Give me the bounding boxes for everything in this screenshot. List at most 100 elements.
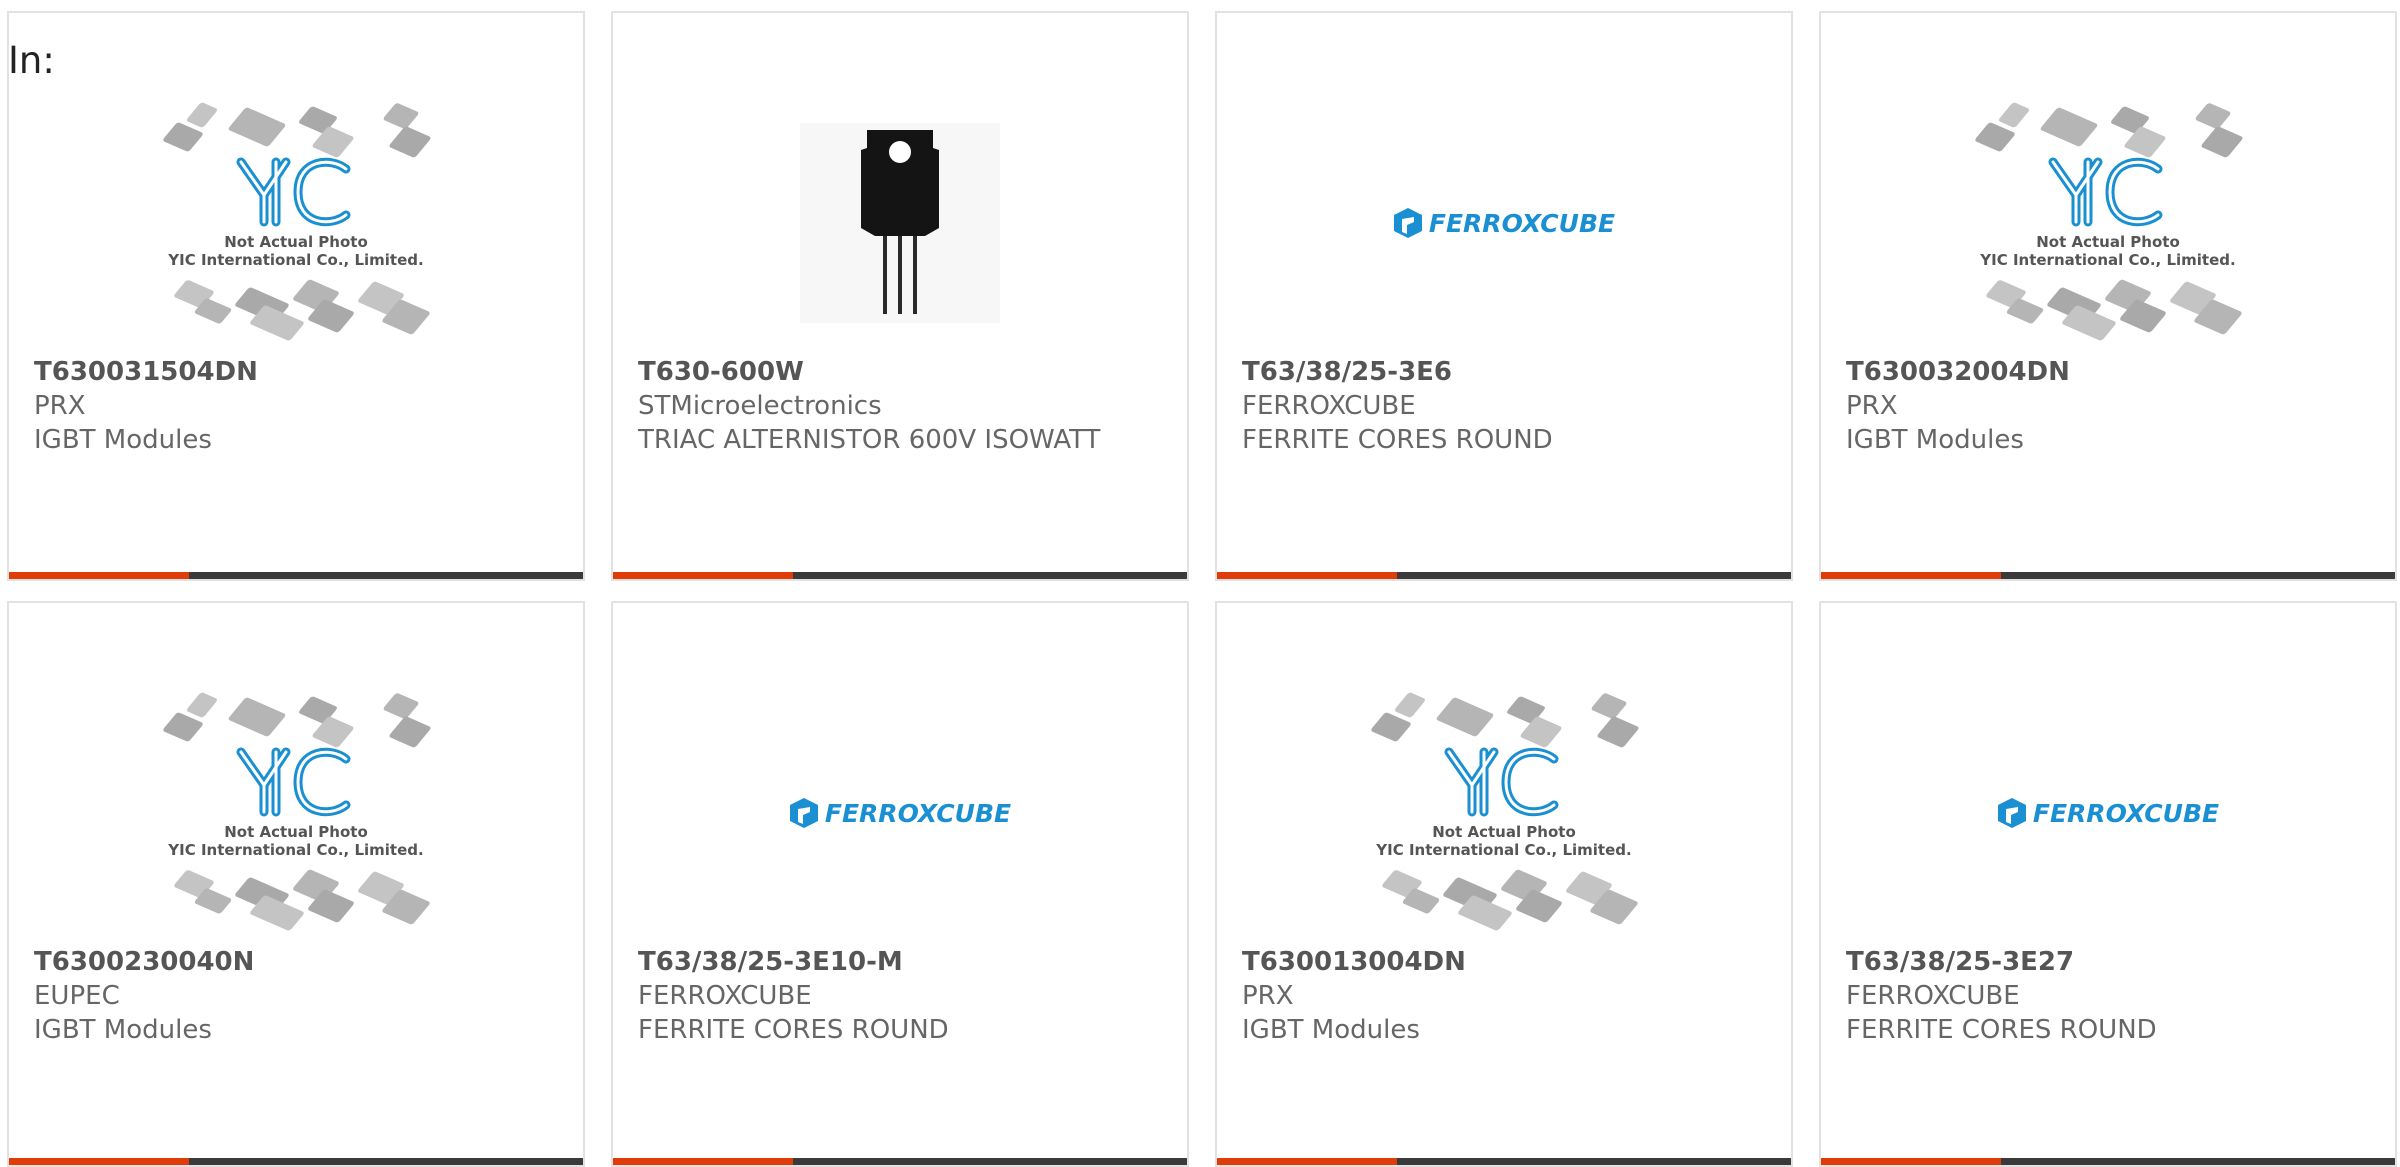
product-card[interactable]: FERROXCUBE T63/38/25-3E10-M FERROXCUBE FERR… [611,601,1189,1167]
product-card[interactable]: Not Actual Photo YIC International Co., L… [7,601,585,1167]
card-bottom-bar [1821,1158,2395,1165]
card-accent-stripe [1821,1158,2001,1165]
chip-illustration [185,691,219,719]
product-info: T630031504DN PRX IGBT Modules [34,355,558,457]
part-number-link[interactable]: T6300230040N [34,945,558,979]
part-number-link[interactable]: T63/38/25-3E6 [1242,355,1766,389]
product-card[interactable]: T630-600W STMicroelectronics TRIAC ALTERNI… [611,11,1189,581]
to220-package-image [800,123,1000,323]
chip-illustration [2194,102,2232,130]
part-number-link[interactable]: T63/38/25-3E10-M [638,945,1162,979]
not-actual-photo-image: Not Actual Photo YIC International Co., L… [161,101,432,342]
part-number-link[interactable]: T630031504DN [34,355,558,389]
manufacturer: FERROXCUBE [638,981,812,1011]
yic-logo [236,157,351,227]
chip-illustration [227,106,287,148]
ferroxcube-logo: FERROXCUBE [1997,797,2219,829]
product-image[interactable]: Not Actual Photo YIC International Co., L… [9,683,583,943]
placeholder-note-line2: YIC International Co., Limited. [168,251,424,269]
chip-illustration [1393,691,1427,719]
description: IGBT Modules [34,425,212,455]
in-label: In: [8,39,55,82]
product-info: T63/38/25-3E27 FERROXCUBE FERRITE CORES RO… [1846,945,2370,1047]
product-image[interactable]: Not Actual Photo YIC International Co., L… [1217,683,1791,943]
description: IGBT Modules [1846,425,2024,455]
card-bottom-bar [9,572,583,579]
card-bottom-bar [1217,1158,1791,1165]
manufacturer: EUPEC [34,981,120,1011]
chip-illustration [2200,125,2244,159]
card-bottom-bar [1821,572,2395,579]
product-info: T630-600W STMicroelectronics TRIAC ALTERNI… [638,355,1162,457]
chip-illustration [185,101,219,129]
product-card[interactable]: Not Actual Photo YIC International Co., L… [1819,11,2397,581]
card-accent-stripe [1217,1158,1397,1165]
ferroxcube-logo-text: FERROXCUBE [1428,208,1616,238]
manufacturer: PRX [1846,391,1898,421]
chip-illustration [382,102,420,130]
card-accent-stripe [613,1158,793,1165]
description: FERRITE CORES ROUND [1846,1015,2157,1045]
placeholder-note-line2: YIC International Co., Limited. [168,841,424,859]
yic-logo [2048,157,2163,227]
ferroxcube-logo: FERROXCUBE [789,797,1011,829]
card-accent-stripe [1821,572,2001,579]
product-card[interactable]: FERROXCUBE T63/38/25-3E27 FERROXCUBE FERRIT… [1819,601,2397,1167]
description: TRIAC ALTERNISTOR 600V ISOWATT [638,425,1101,455]
not-actual-photo-image: Not Actual Photo YIC International Co., L… [161,691,432,932]
manufacturer: FERROXCUBE [1242,391,1416,421]
manufacturer: STMicroelectronics [638,391,882,421]
chip-illustration [1435,696,1495,738]
ferroxcube-logo-text: FERROXCUBE [824,798,1012,828]
chip-illustration [382,692,420,720]
product-info: T630032004DN PRX IGBT Modules [1846,355,2370,457]
part-number-link[interactable]: T630-600W [638,355,1162,389]
ferroxcube-cube-icon [789,798,818,828]
part-number-link[interactable]: T630013004DN [1242,945,1766,979]
product-image[interactable] [613,93,1187,353]
product-image[interactable]: Not Actual Photo YIC International Co., L… [1821,93,2395,353]
card-accent-stripe [613,572,793,579]
yic-logo [236,747,351,817]
not-actual-photo-image: Not Actual Photo YIC International Co., L… [1973,101,2244,342]
chip-illustration [1997,101,2031,129]
placeholder-note-line1: Not Actual Photo [1432,823,1576,841]
product-card[interactable]: FERROXCUBE T63/38/25-3E6 FERROXCUBE FERRITE… [1215,11,1793,581]
chip-illustration [2039,106,2099,148]
product-image[interactable]: FERROXCUBE [1217,93,1791,353]
manufacturer: PRX [1242,981,1294,1011]
chip-illustration [1596,715,1640,749]
product-image[interactable]: FERROXCUBE [1821,683,2395,943]
card-bottom-bar [9,1158,583,1165]
card-accent-stripe [1217,572,1397,579]
part-number-link[interactable]: T63/38/25-3E27 [1846,945,2370,979]
product-grid-page: In: Not Actual Photo YIC International Co… [0,0,2400,1167]
description: FERRITE CORES ROUND [638,1015,949,1045]
placeholder-note-line2: YIC International Co., Limited. [1980,251,2236,269]
product-info: T63/38/25-3E6 FERROXCUBE FERRITE CORES ROU… [1242,355,1766,457]
product-image[interactable]: Not Actual Photo YIC International Co., L… [9,93,583,353]
chip-illustration [388,715,432,749]
description: IGBT Modules [34,1015,212,1045]
manufacturer: PRX [34,391,86,421]
chip-illustration [227,696,287,738]
product-card[interactable]: Not Actual Photo YIC International Co., L… [1215,601,1793,1167]
product-info: T630013004DN PRX IGBT Modules [1242,945,1766,1047]
product-image[interactable]: FERROXCUBE [613,683,1187,943]
placeholder-note-line1: Not Actual Photo [2036,233,2180,251]
ferroxcube-logo: FERROXCUBE [1393,207,1615,239]
yic-logo [1444,747,1559,817]
chip-illustration [388,125,432,159]
card-accent-stripe [9,1158,189,1165]
card-bottom-bar [1217,572,1791,579]
placeholder-note-line1: Not Actual Photo [224,233,368,251]
ferroxcube-cube-icon [1393,208,1422,238]
ferroxcube-cube-icon [1997,798,2026,828]
product-card[interactable]: Not Actual Photo YIC International Co., L… [7,11,585,581]
chip-illustration [1590,692,1628,720]
card-bottom-bar [613,572,1187,579]
placeholder-note-line2: YIC International Co., Limited. [1376,841,1632,859]
part-number-link[interactable]: T630032004DN [1846,355,2370,389]
card-bottom-bar [613,1158,1187,1165]
description: FERRITE CORES ROUND [1242,425,1553,455]
